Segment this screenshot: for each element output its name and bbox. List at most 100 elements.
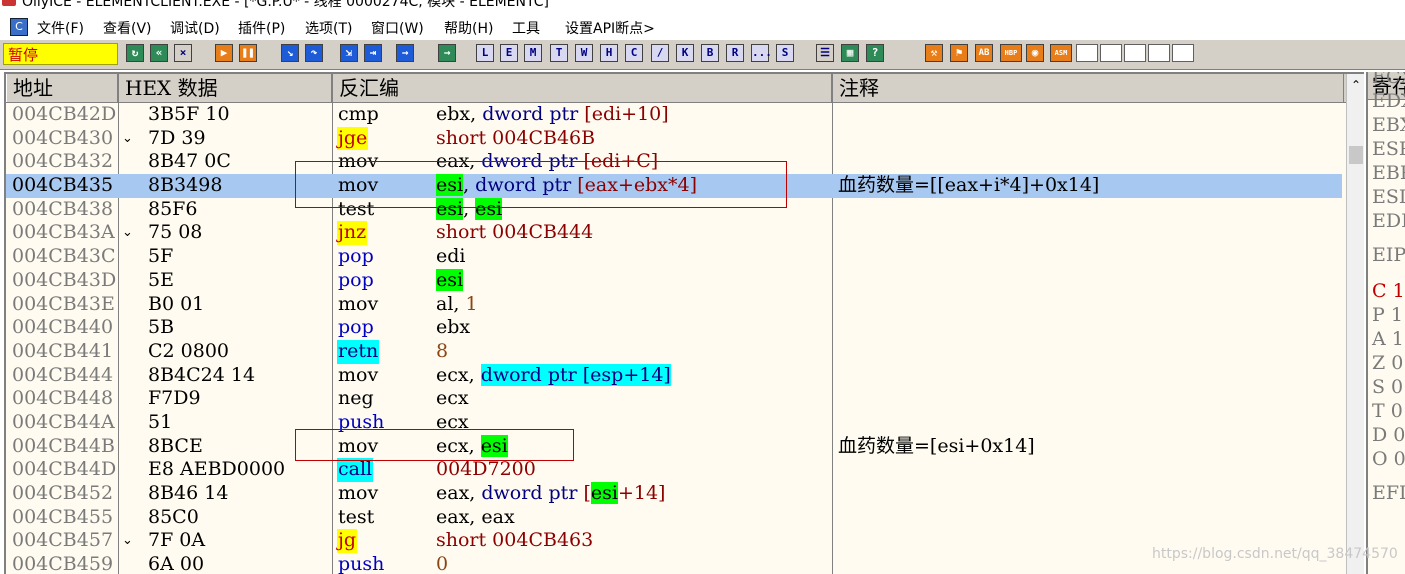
step-into-icon[interactable]: ↘ — [281, 44, 299, 62]
register-label[interactable]: D 0 — [1372, 424, 1405, 446]
toolbar-threads-button[interactable]: T — [550, 44, 568, 62]
restart-icon[interactable]: « — [150, 44, 168, 62]
grid-icon[interactable]: ▦ — [841, 44, 859, 62]
toolbar-windows-button[interactable]: W — [575, 44, 593, 62]
register-label[interactable]: P 1 — [1372, 304, 1403, 326]
register-label[interactable]: EBX — [1372, 114, 1405, 136]
toolbar-patches-button[interactable]: / — [651, 44, 669, 62]
scrollbar-thumb[interactable] — [1349, 146, 1363, 164]
toolbar-modules-button[interactable]: E — [500, 44, 518, 62]
register-label[interactable]: EIP — [1372, 244, 1405, 266]
table-row[interactable]: 004CB432 8B47 0C mov eax, dword ptr [edi+C] — [6, 150, 1342, 174]
toolbar-blank-button-3[interactable] — [1124, 44, 1146, 62]
jump-arrow-icon: ⌄ — [122, 225, 133, 241]
table-row[interactable]: 004CB43E B0 01 mov al, 1 — [6, 293, 1342, 317]
toolbar-blank-button-1[interactable] — [1076, 44, 1098, 62]
register-label[interactable]: S 0 — [1372, 376, 1403, 398]
toolbar-cpu-button[interactable]: C — [625, 44, 643, 62]
vertical-scrollbar[interactable]: ⌃ — [1346, 74, 1364, 574]
execute-till-return-icon[interactable]: → — [396, 44, 414, 62]
pause-icon[interactable]: ❚❚ — [239, 44, 257, 62]
goto-icon[interactable]: → — [438, 44, 456, 62]
menu-options[interactable]: 选项(T) — [305, 18, 352, 38]
menu-set-api-breakpoint[interactable]: 设置API断点> — [565, 18, 655, 38]
run-icon[interactable]: ▶ — [215, 44, 233, 62]
app-menu-icon[interactable]: C — [10, 18, 28, 36]
register-label[interactable]: Z 0 — [1372, 352, 1403, 374]
row-hex: B0 01 — [148, 292, 205, 315]
menu-tools[interactable]: 工具 — [512, 18, 540, 38]
toolbar-handles-button[interactable]: H — [600, 44, 618, 62]
disassembly-panel[interactable]: 地址 HEX 数据 反汇编 注释 004CB42D 3B5F 10 cmp ebx, … — [4, 72, 1364, 574]
table-row[interactable]: 004CB435 8B3498 mov esi, dword ptr [eax+ebx… — [6, 174, 1342, 198]
column-header-comment[interactable]: 注释 — [832, 74, 1344, 102]
menu-plugins[interactable]: 插件(P) — [238, 18, 285, 38]
column-header-address[interactable]: 地址 — [6, 74, 118, 102]
register-label[interactable]: C 1 — [1372, 280, 1405, 302]
register-label[interactable]: ESP — [1372, 138, 1405, 160]
table-row[interactable]: 004CB430 ⌄ 7D 39 jge short 004CB46B — [6, 126, 1342, 151]
toolbar-callstack-button[interactable]: K — [676, 44, 694, 62]
table-row[interactable]: 004CB455 85C0 test eax, eax — [6, 506, 1342, 530]
table-row[interactable]: 004CB438 85F6 test esi, esi — [6, 197, 1342, 222]
column-header-hex[interactable]: HEX 数据 — [118, 74, 332, 102]
table-row[interactable]: 004CB441 C2 0800 retn 8 — [6, 339, 1342, 364]
toolbar-blank-button-5[interactable] — [1172, 44, 1194, 62]
table-row[interactable]: 004CB43D 5E pop esi — [6, 268, 1342, 293]
scroll-up-icon[interactable]: ⌃ — [1347, 74, 1364, 96]
table-row[interactable]: 004CB457 ⌄ 7F 0A jg short 004CB463 — [6, 529, 1342, 554]
plugin-target-icon[interactable]: ◉ — [1026, 44, 1044, 62]
row-address: 004CB430 — [12, 126, 114, 149]
trace-into-icon[interactable]: ⇲ — [340, 44, 358, 62]
operand-token: ecx, — [436, 363, 481, 386]
toolbar-breakpoints-button[interactable]: B — [701, 44, 719, 62]
table-row[interactable]: 004CB44D E8 AEBD0000 call 004D7200 — [6, 458, 1342, 482]
toolbar-blank-button-4[interactable] — [1148, 44, 1170, 62]
plugin-tool-icon-2[interactable]: ⚑ — [950, 44, 968, 62]
register-label[interactable]: T 0 — [1372, 400, 1403, 422]
plugin-ab-icon[interactable]: AB — [975, 44, 993, 62]
menu-help[interactable]: 帮助(H) — [444, 18, 493, 38]
table-row[interactable]: 004CB44A 51 push ecx — [6, 411, 1342, 435]
register-label[interactable]: EBP — [1372, 162, 1405, 184]
register-label[interactable]: EDX — [1372, 90, 1405, 112]
toolbar-run-trace-button[interactable]: ... — [751, 44, 772, 62]
menu-view[interactable]: 查看(V) — [103, 18, 152, 38]
toolbar-memory-button[interactable]: M — [524, 44, 542, 62]
column-header-disasm[interactable]: 反汇编 — [332, 74, 832, 102]
table-row[interactable]: 004CB448 F7D9 neg ecx — [6, 387, 1342, 411]
toolbar-log-button[interactable]: L — [476, 44, 494, 62]
menu-window[interactable]: 窗口(W) — [371, 18, 424, 38]
table-row[interactable]: 004CB440 5B pop ebx — [6, 316, 1342, 340]
registers-panel[interactable]: 寄存 EAXECXEDXEBXESPEBPESIEDIEIPC 1P 1A 1Z… — [1366, 72, 1405, 574]
table-row[interactable]: 004CB452 8B46 14 mov eax, dword ptr [esi+14… — [6, 482, 1342, 506]
register-label[interactable]: ECX — [1372, 72, 1405, 88]
asm-button[interactable]: ASM — [1050, 44, 1072, 62]
operand-token: short 004CB46B — [436, 126, 596, 149]
step-over-icon[interactable]: ↷ — [305, 44, 323, 62]
register-label[interactable]: EDI — [1372, 210, 1405, 232]
table-row[interactable]: 004CB43C 5F pop edi — [6, 245, 1342, 269]
row-hex: F7D9 — [148, 387, 201, 410]
table-row[interactable]: 004CB444 8B4C24 14 mov ecx, dword ptr [esp+… — [6, 363, 1342, 388]
list-icon[interactable]: ☰ — [816, 44, 834, 62]
menu-debug[interactable]: 调试(D) — [170, 18, 220, 38]
table-row[interactable]: 004CB459 6A 00 push 0 — [6, 553, 1342, 574]
table-row[interactable]: 004CB42D 3B5F 10 cmp ebx, dword ptr [edi+10… — [6, 103, 1342, 127]
register-label[interactable]: ESI — [1372, 186, 1405, 208]
toolbar-references-button[interactable]: R — [726, 44, 744, 62]
toolbar-blank-button-2[interactable] — [1100, 44, 1122, 62]
plugin-tool-icon-1[interactable]: ⚒ — [925, 44, 943, 62]
register-label[interactable]: EFL — [1372, 482, 1405, 504]
menu-file[interactable]: 文件(F) — [37, 18, 84, 38]
trace-over-icon[interactable]: ⇥ — [364, 44, 382, 62]
open-icon[interactable]: ↻ — [126, 44, 144, 62]
register-label[interactable]: O 0 — [1372, 448, 1405, 470]
toolbar-source-button[interactable]: S — [776, 44, 794, 62]
register-label[interactable]: A 1 — [1372, 328, 1404, 350]
close-icon[interactable]: × — [174, 44, 192, 62]
table-row[interactable]: 004CB43A ⌄ 75 08 jnz short 004CB444 — [6, 221, 1342, 246]
hardware-breakpoint-button[interactable]: HBP — [1000, 44, 1022, 62]
table-row[interactable]: 004CB44B 8BCE mov ecx, esi 血药数量=[esi+0x14] — [6, 434, 1342, 459]
help-icon[interactable]: ? — [866, 44, 884, 62]
